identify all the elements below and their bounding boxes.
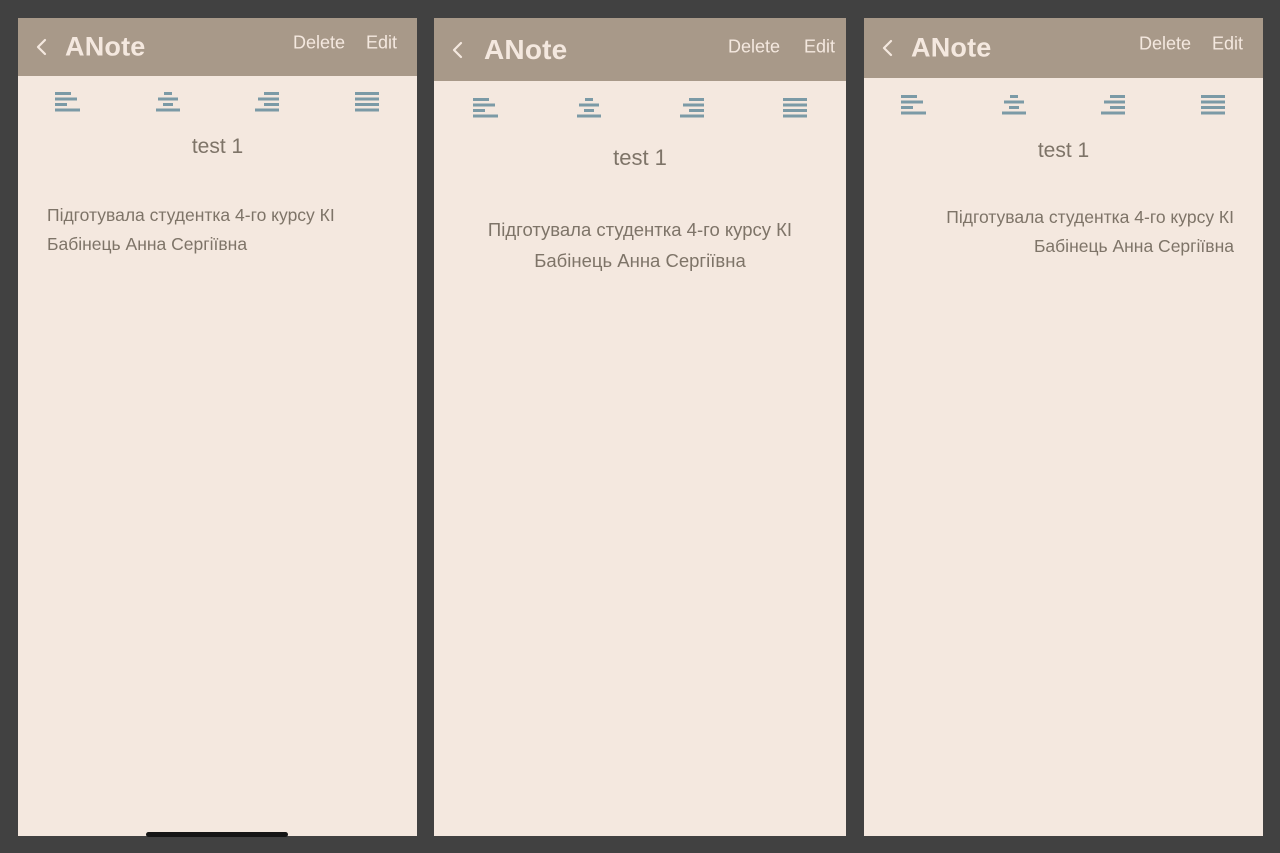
- phone-screen-left-aligned: ANote Delete Edit test 1 Підготувала сту…: [18, 18, 417, 836]
- align-center-icon[interactable]: [155, 91, 181, 113]
- chevron-left-icon[interactable]: [450, 39, 468, 61]
- home-indicator: [146, 832, 288, 837]
- align-left-icon[interactable]: [54, 91, 81, 113]
- chevron-left-icon[interactable]: [34, 36, 52, 58]
- app-title: ANote: [65, 31, 146, 62]
- note-body-line: Підготувала студентка 4-го курсу КІ: [487, 219, 793, 240]
- align-right-icon[interactable]: [254, 91, 280, 113]
- align-right-icon[interactable]: [1100, 94, 1126, 116]
- edit-button[interactable]: Edit: [1212, 34, 1243, 55]
- note-body-line: Підготувала студентка 4-го курсу КІ: [946, 207, 1234, 227]
- phone-screen-right-aligned: ANote Delete Edit test 1 Підготувала сту…: [864, 18, 1263, 836]
- note-body-line: Підготувала студентка 4-го курсу КІ: [47, 205, 335, 225]
- align-left-icon[interactable]: [900, 94, 927, 116]
- note-body[interactable]: Підготувала студентка 4-го курсу КІ Бабі…: [884, 203, 1234, 261]
- navbar: ANote Delete Edit: [864, 18, 1263, 78]
- note-body-line: Бабінець Анна Сергіївна: [534, 250, 746, 271]
- chevron-left-icon[interactable]: [880, 37, 898, 59]
- delete-button[interactable]: Delete: [1139, 34, 1191, 55]
- align-justify-icon[interactable]: [354, 91, 380, 113]
- navbar: ANote Delete Edit: [18, 18, 417, 76]
- app-title: ANote: [484, 33, 568, 65]
- note-body[interactable]: Підготувала студентка 4-го курсу КІ Бабі…: [47, 201, 397, 259]
- edit-button[interactable]: Edit: [366, 33, 397, 54]
- align-center-icon[interactable]: [576, 97, 602, 119]
- delete-button[interactable]: Delete: [728, 36, 780, 57]
- note-body-line: Бабінець Анна Сергіївна: [47, 234, 248, 254]
- alignment-toolbar: [434, 97, 846, 119]
- note-body[interactable]: Підготувала студентка 4-го курсу КІ Бабі…: [454, 214, 826, 276]
- align-justify-icon[interactable]: [1200, 94, 1226, 116]
- edit-button[interactable]: Edit: [804, 36, 835, 57]
- align-right-icon[interactable]: [679, 97, 705, 119]
- navbar: ANote Delete Edit: [434, 18, 846, 81]
- note-title: test 1: [613, 145, 667, 170]
- align-center-icon[interactable]: [1001, 94, 1027, 116]
- app-title: ANote: [911, 32, 992, 63]
- phone-screen-center-aligned: ANote Delete Edit test 1 Підготувала сту…: [434, 18, 846, 836]
- note-title: test 1: [1037, 139, 1090, 162]
- align-justify-icon[interactable]: [782, 97, 808, 119]
- align-left-icon[interactable]: [472, 97, 499, 119]
- note-body-line: Бабінець Анна Сергіївна: [1033, 236, 1234, 256]
- note-title: test 1: [191, 135, 244, 158]
- alignment-toolbar: [864, 94, 1263, 116]
- alignment-toolbar: [18, 91, 417, 113]
- delete-button[interactable]: Delete: [293, 33, 345, 54]
